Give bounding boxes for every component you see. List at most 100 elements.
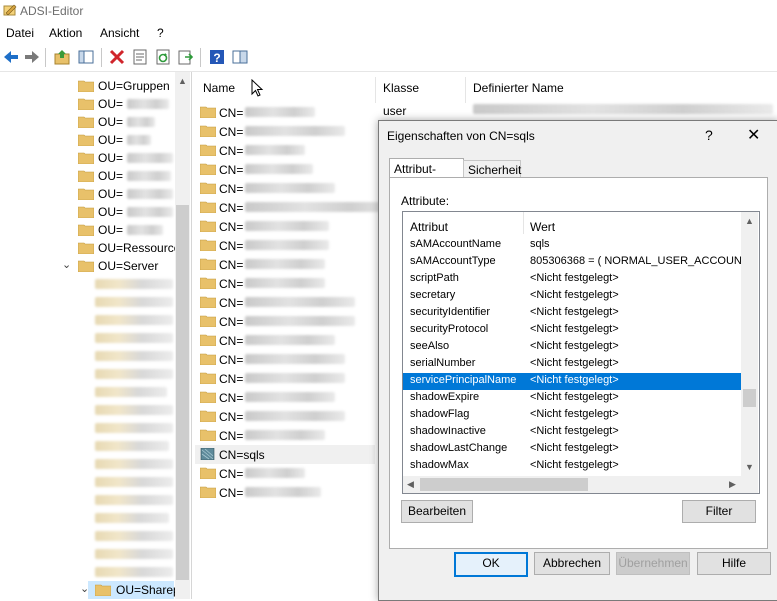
column-divider[interactable]: [465, 77, 466, 103]
scroll-thumb[interactable]: [743, 389, 756, 407]
attribute-row[interactable]: serialNumber <Nicht festgelegt>: [403, 356, 741, 373]
attribute-row[interactable]: seeAlso <Nicht festgelegt>: [403, 339, 741, 356]
column-divider[interactable]: [523, 212, 524, 234]
filter-button[interactable]: Filter: [682, 500, 756, 523]
list-item[interactable]: CN=: [195, 103, 375, 122]
up-folder-icon[interactable]: [53, 48, 71, 66]
scroll-right-icon[interactable]: ▶: [729, 479, 736, 490]
redacted-tree-item[interactable]: [95, 387, 167, 397]
list-item[interactable]: CN=: [195, 350, 375, 369]
help-icon[interactable]: ?: [208, 48, 226, 66]
column-header-class[interactable]: Klasse: [383, 81, 419, 95]
tree-item[interactable]: OU=: [0, 149, 174, 167]
tree-item[interactable]: OU=: [0, 167, 174, 185]
list-item[interactable]: CN=: [195, 293, 375, 312]
forward-icon[interactable]: [23, 48, 41, 66]
list-item[interactable]: CN=: [195, 198, 395, 217]
cancel-button[interactable]: Abbrechen: [534, 552, 610, 575]
column-header-attribut[interactable]: Attribut: [410, 220, 448, 234]
redacted-tree-item[interactable]: [95, 333, 173, 343]
redacted-tree-item[interactable]: [95, 549, 173, 559]
list-item[interactable]: CN=: [195, 407, 375, 426]
list-item-sqls[interactable]: CN=sqls: [195, 445, 375, 464]
dialog-help-button[interactable]: ?: [705, 127, 713, 143]
redacted-tree-item[interactable]: [95, 369, 173, 379]
tree-item[interactable]: OU=: [0, 203, 174, 221]
redacted-tree-item[interactable]: [95, 513, 169, 523]
list-item[interactable]: CN=: [195, 331, 375, 350]
pane-icon[interactable]: [231, 48, 249, 66]
list-item[interactable]: CN=: [195, 312, 375, 331]
list-item[interactable]: CN=: [195, 236, 375, 255]
attribute-row[interactable]: securityProtocol <Nicht festgelegt>: [403, 322, 741, 339]
ok-button[interactable]: OK: [454, 552, 528, 577]
attribute-row[interactable]: shadowExpire <Nicht festgelegt>: [403, 390, 741, 407]
list-item[interactable]: CN=: [195, 483, 375, 502]
scroll-thumb[interactable]: [420, 478, 588, 491]
attribute-row[interactable]: secretary <Nicht festgelegt>: [403, 288, 741, 305]
list-item[interactable]: CN=: [195, 369, 375, 388]
tree-item[interactable]: OU=: [0, 113, 174, 131]
redacted-tree-item[interactable]: [95, 405, 173, 415]
tree-item[interactable]: OU=: [0, 131, 174, 149]
attribute-list[interactable]: Attribut Wert sAMAccountName sqls sAMAccou…: [402, 211, 760, 494]
menu-aktion[interactable]: Aktion: [49, 26, 82, 40]
menu-help[interactable]: ?: [157, 26, 164, 40]
tab-attribut-editor[interactable]: Attribut-Editor: [389, 158, 464, 190]
list-item[interactable]: CN=: [195, 122, 375, 141]
tree-item[interactable]: OU=: [0, 185, 174, 203]
redacted-tree-item[interactable]: [95, 441, 169, 451]
attribute-row[interactable]: shadowLastChange <Nicht festgelegt>: [403, 441, 741, 458]
refresh-icon[interactable]: [154, 48, 172, 66]
column-divider[interactable]: [375, 77, 376, 103]
attribute-row[interactable]: sAMAccountName sqls: [403, 237, 741, 254]
redacted-tree-item[interactable]: [95, 459, 173, 469]
tree-item[interactable]: OU=: [0, 221, 174, 239]
attribute-row[interactable]: shadowMax <Nicht festgelegt>: [403, 458, 741, 475]
attribute-row[interactable]: shadowInactive <Nicht festgelegt>: [403, 424, 741, 441]
scroll-up-icon[interactable]: ▲: [178, 76, 187, 86]
tree-item-selected[interactable]: ⌄ OU=Sharep: [80, 581, 180, 599]
apply-button[interactable]: Übernehmen: [616, 552, 690, 575]
export-icon[interactable]: [177, 48, 195, 66]
chevron-down-icon[interactable]: ⌄: [80, 582, 89, 595]
tree-item-server[interactable]: ⌄ OU=Server: [0, 257, 174, 275]
redacted-tree-item[interactable]: [95, 477, 173, 487]
properties-icon[interactable]: [131, 48, 149, 66]
list-item[interactable]: CN=: [195, 217, 375, 236]
help-button[interactable]: Hilfe: [697, 552, 771, 575]
redacted-tree-item[interactable]: [95, 315, 173, 325]
redacted-tree-item[interactable]: [95, 423, 173, 433]
redacted-tree-item[interactable]: [95, 297, 173, 307]
attribute-horizontal-scrollbar[interactable]: ◀ ▶: [403, 476, 741, 493]
list-item[interactable]: CN=: [195, 464, 375, 483]
tab-sicherheit[interactable]: Sicherheit: [463, 160, 521, 178]
redacted-tree-item[interactable]: [95, 531, 173, 541]
column-header-dn[interactable]: Definierter Name: [473, 81, 564, 95]
redacted-tree-item[interactable]: [95, 279, 173, 289]
list-item[interactable]: CN=: [195, 255, 375, 274]
edit-button[interactable]: Bearbeiten: [401, 500, 473, 523]
tree-item[interactable]: OU=Gruppen: [0, 77, 174, 95]
list-item[interactable]: CN=: [195, 274, 375, 293]
scroll-up-icon[interactable]: ▲: [745, 216, 754, 226]
back-icon[interactable]: [2, 48, 20, 66]
attribute-row-selected[interactable]: servicePrincipalName <Nicht festgelegt>: [403, 373, 741, 390]
column-header-wert[interactable]: Wert: [530, 220, 555, 234]
list-item[interactable]: CN=: [195, 179, 375, 198]
list-item[interactable]: CN=: [195, 141, 375, 160]
attribute-row[interactable]: shadowFlag <Nicht festgelegt>: [403, 407, 741, 424]
redacted-tree-item[interactable]: [95, 567, 173, 577]
menu-datei[interactable]: Datei: [6, 26, 34, 40]
show-hide-tree-icon[interactable]: [77, 48, 95, 66]
tree-item[interactable]: OU=Ressource: [0, 239, 180, 257]
attribute-row[interactable]: securityIdentifier <Nicht festgelegt>: [403, 305, 741, 322]
redacted-tree-item[interactable]: [95, 351, 173, 361]
column-header-name[interactable]: Name: [203, 81, 235, 95]
attribute-row[interactable]: scriptPath <Nicht festgelegt>: [403, 271, 741, 288]
scroll-down-icon[interactable]: ▼: [745, 462, 754, 472]
list-item[interactable]: CN=: [195, 388, 375, 407]
attribute-vertical-scrollbar[interactable]: ▲ ▼: [741, 212, 758, 476]
delete-icon[interactable]: [108, 48, 126, 66]
tree-scroll-thumb[interactable]: [176, 205, 189, 580]
